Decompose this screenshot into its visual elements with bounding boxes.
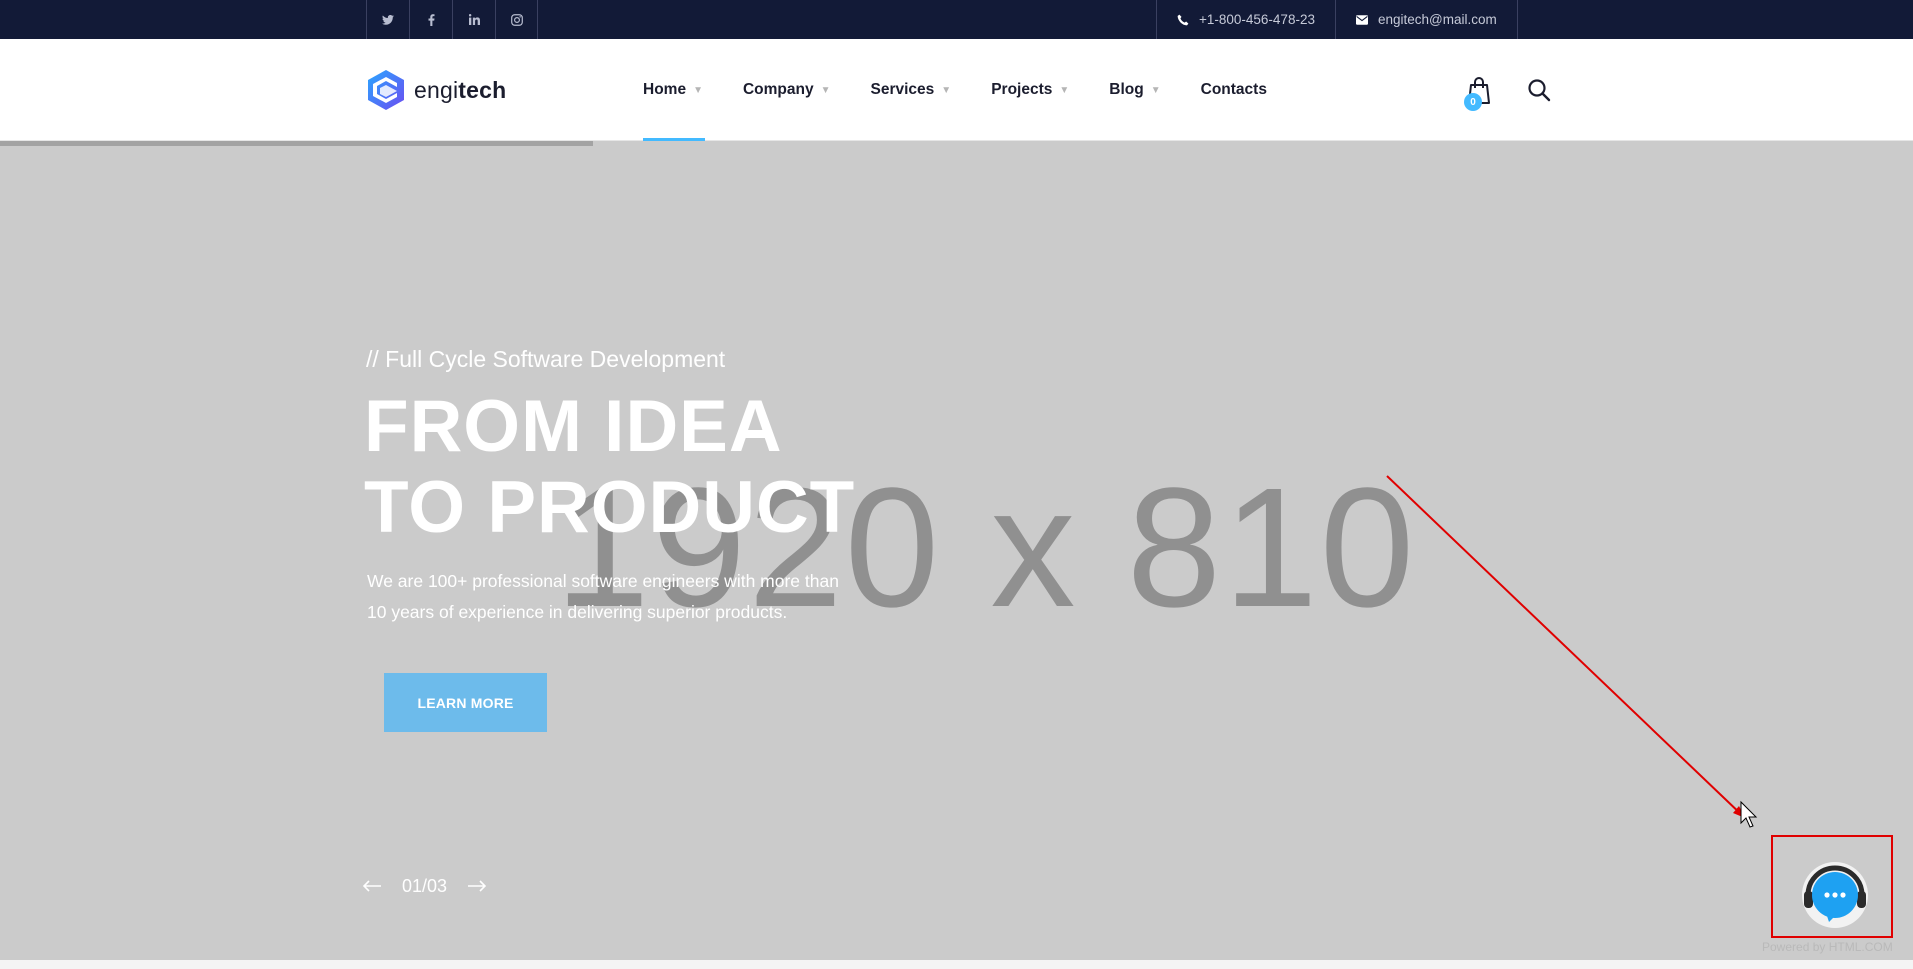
site-header: engitech Home ▼ Company ▼ Services ▼ Projec…	[0, 39, 1913, 141]
phone-number: +1-800-456-478-23	[1199, 12, 1315, 27]
mail-icon	[1355, 14, 1368, 25]
main-nav: Home ▼ Company ▼ Services ▼ Projects ▼ Blog ▼…	[643, 39, 1307, 141]
logo[interactable]: engitech	[366, 69, 506, 111]
hero-title: FROM IDEA TO PRODUCT	[364, 386, 855, 548]
caret-down-icon: ▼	[820, 84, 831, 96]
hero-subtitle: // Full Cycle Software Development	[366, 346, 726, 372]
twitter-icon[interactable]	[366, 0, 409, 39]
linkedin-icon[interactable]	[452, 0, 495, 39]
caret-down-icon: ▼	[941, 84, 952, 96]
next-arrow-icon[interactable]	[467, 876, 487, 897]
nav-item-contacts[interactable]: Contacts	[1201, 39, 1267, 141]
phone-link[interactable]: +1-800-456-478-23	[1156, 0, 1335, 39]
slider-navigation: 01/03	[362, 876, 487, 897]
search-button[interactable]	[1527, 78, 1551, 102]
learn-more-button[interactable]: LEARN MORE	[384, 673, 547, 732]
hero-description: We are 100+ professional software engine…	[367, 566, 887, 628]
hero-title-line: FROM IDEA	[364, 386, 783, 467]
hero-title-line: TO PRODUCT	[364, 467, 856, 548]
hero-description-line: 10 years of experience in delivering sup…	[367, 602, 788, 622]
cart-count-badge: 0	[1464, 93, 1482, 111]
slide-counter: 01/03	[402, 876, 448, 896]
prev-arrow-icon[interactable]	[362, 876, 382, 897]
top-bar: +1-800-456-478-23 engitech@mail.com	[0, 0, 1913, 39]
facebook-icon[interactable]	[409, 0, 452, 39]
caret-down-icon: ▼	[1150, 84, 1161, 96]
phone-icon	[1177, 14, 1189, 25]
instagram-icon[interactable]	[495, 0, 538, 39]
search-icon	[1528, 79, 1551, 102]
email-address: engitech@mail.com	[1377, 12, 1497, 27]
cart-button[interactable]: 0	[1464, 76, 1496, 111]
contact-info: +1-800-456-478-23 engitech@mail.com	[1156, 0, 1518, 39]
social-links	[366, 0, 538, 39]
nav-item-company[interactable]: Company ▼	[743, 39, 831, 141]
nav-item-home[interactable]: Home ▼	[643, 39, 705, 141]
chat-support-icon	[1802, 862, 1868, 928]
caret-down-icon: ▼	[693, 84, 703, 96]
email-link[interactable]: engitech@mail.com	[1334, 0, 1518, 39]
logo-cube-icon	[368, 70, 404, 110]
nav-item-projects[interactable]: Projects ▼	[991, 39, 1069, 141]
hero-slider: 1920 x 810 // Full Cycle Software Develo…	[0, 141, 1913, 960]
page-bottom-strip	[0, 960, 1913, 969]
chat-widget-button[interactable]	[1799, 857, 1871, 929]
slide-progress-bar	[0, 141, 593, 146]
caret-down-icon: ▼	[1059, 84, 1070, 96]
hero-description-line: We are 100+ professional software engine…	[367, 571, 839, 591]
nav-item-blog[interactable]: Blog ▼	[1109, 39, 1160, 141]
nav-item-services[interactable]: Services ▼	[871, 39, 952, 141]
logo-text: engitech	[414, 76, 507, 103]
powered-by-text: Powered by HTML.COM	[1762, 940, 1893, 954]
